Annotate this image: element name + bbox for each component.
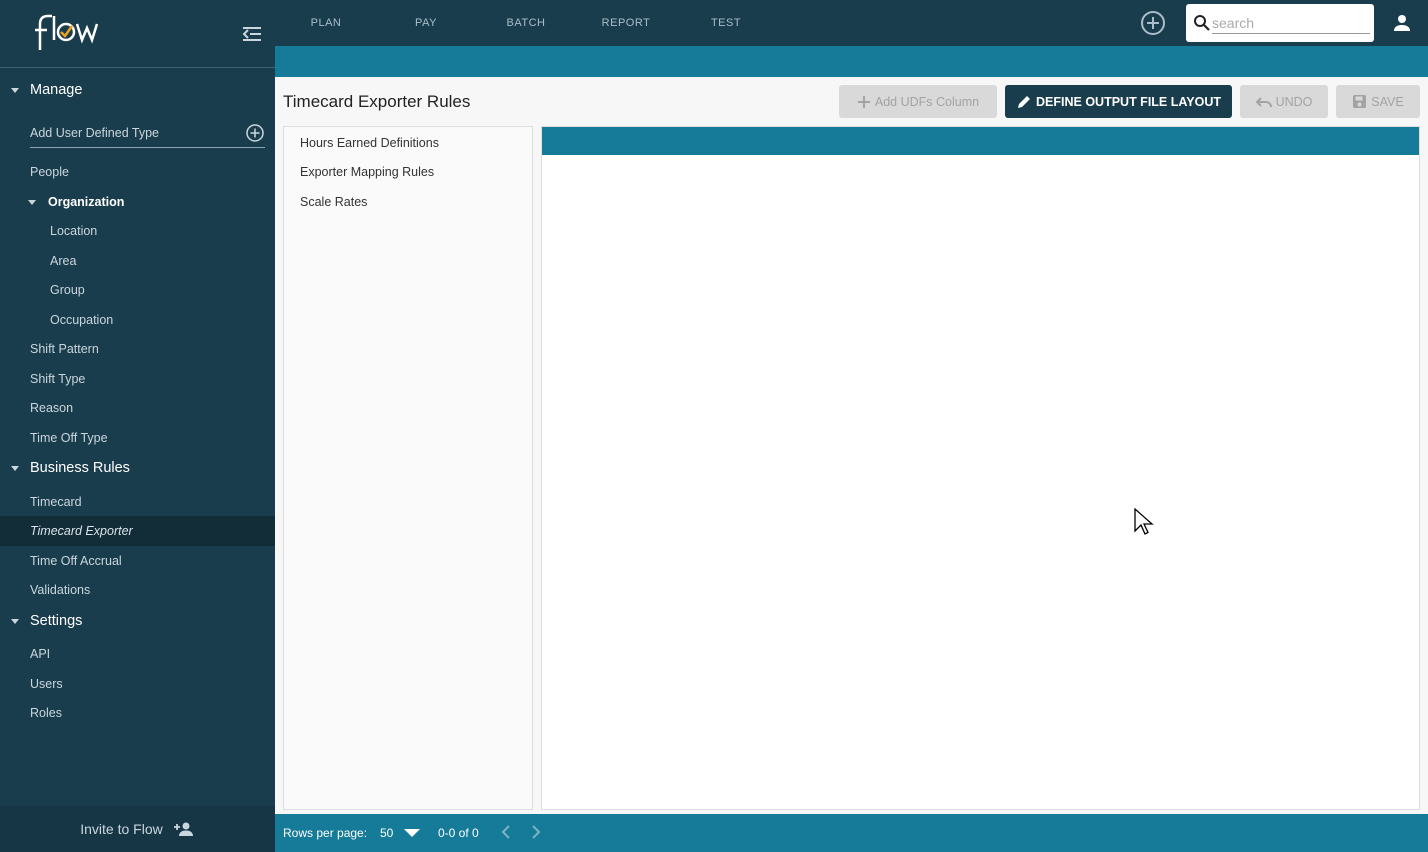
pencil-icon [1018, 95, 1031, 108]
section-business-rules[interactable]: Business Rules [0, 453, 275, 483]
caret-down-icon [28, 199, 36, 205]
mouse-pointer-icon [1134, 508, 1154, 535]
section-label: Manage [30, 82, 83, 98]
rows-per-page-value[interactable]: 50 [380, 826, 393, 840]
button-label: Add UDFs Column [874, 94, 980, 109]
sidebar-item-people[interactable]: People [0, 158, 275, 186]
sidebar-item-group[interactable]: Group [0, 276, 275, 304]
sidebar-logo-row: flow [0, 0, 275, 68]
sidebar-item-organization[interactable]: Organization [0, 188, 275, 216]
section-label: Settings [30, 613, 83, 629]
page-title: Timecard Exporter Rules [283, 92, 471, 111]
caret-down-icon [11, 465, 19, 471]
rules-list-panel: Hours Earned Definitions Exporter Mappin… [283, 126, 533, 810]
plus-icon [857, 95, 870, 108]
invite-label: Invite to Flow [80, 821, 163, 837]
list-item-scale-rates[interactable]: Scale Rates [300, 195, 367, 209]
save-icon [1353, 95, 1367, 108]
main-content: Timecard Exporter Rules Add UDFs Column … [275, 77, 1428, 814]
add-udfs-column-button[interactable]: Add UDFs Column [839, 85, 997, 118]
rules-detail-panel [541, 126, 1420, 810]
add-udt-label: Add User Defined Type [30, 125, 160, 140]
invite-to-flow-button[interactable]: Invite to Flow [0, 806, 275, 852]
section-manage[interactable]: Manage [0, 75, 275, 105]
button-label: DEFINE OUTPUT FILE LAYOUT [1036, 94, 1221, 109]
account-icon[interactable] [1392, 13, 1412, 33]
chevron-right-icon[interactable] [529, 824, 543, 840]
sidebar-item-time-off-accrual[interactable]: Time Off Accrual [0, 547, 275, 575]
search-box [1186, 4, 1374, 42]
sidebar-item-roles[interactable]: Roles [0, 699, 275, 727]
list-item-hours-earned-definitions[interactable]: Hours Earned Definitions [300, 136, 439, 150]
undo-icon [1255, 96, 1272, 107]
add-user-defined-type[interactable]: Add User Defined Type [30, 118, 265, 148]
top-bar: PLAN PAY BATCH REPORT TEST [275, 0, 1428, 46]
define-output-file-layout-button[interactable]: DEFINE OUTPUT FILE LAYOUT [1005, 85, 1232, 118]
button-label: SAVE [1371, 94, 1404, 109]
plus-circle-icon[interactable] [245, 123, 265, 143]
nav-report[interactable]: REPORT [595, 0, 657, 46]
section-label: Business Rules [30, 460, 130, 476]
sidebar-item-timecard[interactable]: Timecard [0, 488, 275, 516]
sidebar-item-location[interactable]: Location [0, 217, 275, 245]
search-icon [1194, 15, 1210, 31]
nav-batch[interactable]: BATCH [495, 0, 557, 46]
sidebar-item-users[interactable]: Users [0, 670, 275, 698]
sidebar-item-area[interactable]: Area [0, 247, 275, 275]
search-input[interactable] [1212, 12, 1370, 34]
sidebar-item-api[interactable]: API [0, 640, 275, 668]
sidebar-item-label: Organization [48, 195, 125, 209]
list-item-exporter-mapping-rules[interactable]: Exporter Mapping Rules [300, 165, 434, 179]
sidebar-item-reason[interactable]: Reason [0, 394, 275, 422]
nav-plan[interactable]: PLAN [295, 0, 357, 46]
undo-button[interactable]: UNDO [1240, 85, 1328, 118]
flow-logo: flow [35, 14, 99, 50]
collapse-sidebar-icon[interactable] [240, 22, 264, 46]
caret-down-icon [11, 618, 19, 624]
table-header-bar [542, 127, 1419, 155]
nav-pay[interactable]: PAY [395, 0, 457, 46]
sidebar-item-shift-pattern[interactable]: Shift Pattern [0, 335, 275, 363]
dropdown-arrow-icon[interactable] [403, 828, 421, 838]
sidebar-item-time-off-type[interactable]: Time Off Type [0, 424, 275, 452]
sub-header-bar [275, 46, 1428, 77]
sidebar-item-timecard-exporter[interactable]: Timecard Exporter [0, 516, 275, 546]
sidebar-item-validations[interactable]: Validations [0, 576, 275, 604]
caret-down-icon [11, 87, 19, 93]
sidebar-item-shift-type[interactable]: Shift Type [0, 365, 275, 393]
rows-per-page-label: Rows per page: [283, 826, 368, 840]
section-settings[interactable]: Settings [0, 606, 275, 636]
pagination-range: 0-0 of 0 [438, 826, 479, 840]
button-label: UNDO [1275, 94, 1313, 109]
sidebar: flow Manage Add User Defined Type People… [0, 0, 275, 852]
sidebar-item-occupation[interactable]: Occupation [0, 306, 275, 334]
pagination-footer: Rows per page: 50 0-0 of 0 [275, 814, 1428, 852]
add-person-icon [173, 822, 193, 836]
save-button[interactable]: SAVE [1336, 85, 1420, 118]
chevron-left-icon[interactable] [499, 824, 513, 840]
add-circle-icon[interactable] [1139, 10, 1167, 36]
nav-test[interactable]: TEST [695, 0, 757, 46]
